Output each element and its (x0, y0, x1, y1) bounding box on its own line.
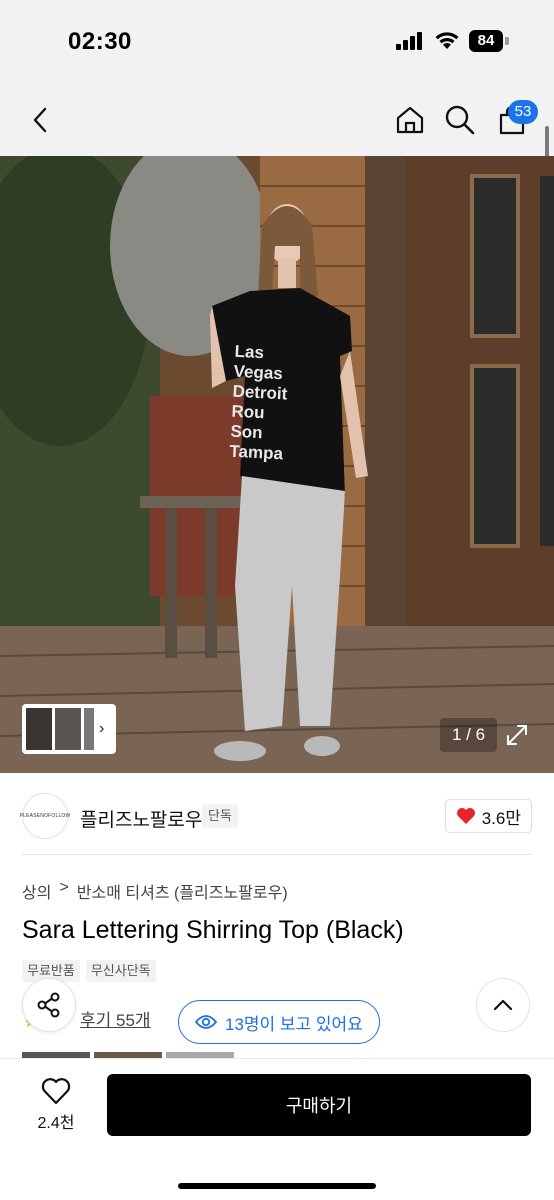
heart-outline-icon (41, 1078, 71, 1105)
heart-icon (456, 808, 475, 824)
product-photo (0, 156, 554, 773)
breadcrumb-category[interactable]: 상의 (22, 879, 51, 903)
chevron-right-icon: › (99, 720, 105, 737)
cart-count-badge: 53 (508, 100, 538, 124)
buy-button[interactable]: 구매하기 (107, 1074, 531, 1136)
product-title: Sara Lettering Shirring Top (Black) (22, 916, 404, 944)
search-icon (445, 105, 475, 135)
shirt-print-text: Las Vegas Detroit Rou Son Tampa (229, 342, 325, 467)
thumbnail[interactable] (26, 708, 52, 750)
breadcrumb-separator: > (59, 879, 69, 896)
chevron-up-icon (493, 999, 513, 1011)
back-button[interactable] (20, 100, 60, 140)
viewer-count-text: 13명이 보고 있어요 (225, 1014, 363, 1034)
eye-icon (195, 1015, 217, 1029)
battery-tip (505, 37, 509, 45)
brand-logo-text: PLEASENOFOLLOW (19, 813, 71, 819)
home-icon (396, 106, 424, 134)
thumbnail[interactable] (55, 708, 81, 750)
breadcrumb: 상의 > 반소매 티셔츠 (플리즈노팔로우) (22, 879, 288, 903)
share-button[interactable] (22, 978, 76, 1032)
nav-bar (0, 84, 554, 156)
wishlist-count: 2.4천 (37, 1115, 75, 1132)
brand-name[interactable]: 플리즈노팔로우 (80, 805, 202, 832)
search-button[interactable] (440, 100, 480, 140)
breadcrumb-subcategory[interactable]: 반소매 티셔츠 (플리즈노팔로우) (77, 879, 288, 903)
review-row: ★ 후기 55개 13명이 보고 있어요 (22, 998, 532, 1048)
home-button[interactable] (390, 100, 430, 140)
review-link[interactable]: 후기 55개 (80, 1006, 151, 1031)
home-indicator (178, 1183, 376, 1189)
cellular-signal-icon (396, 32, 422, 50)
product-image-gallery[interactable]: Las Vegas Detroit Rou Son Tampa (0, 156, 554, 773)
tag-musinsa-exclusive: 무신사단독 (85, 960, 156, 982)
wifi-icon (435, 32, 459, 49)
wishlist-button[interactable]: 2.4천 (26, 1077, 86, 1139)
divider (22, 854, 532, 855)
exclusive-tag: 단독 (202, 804, 238, 828)
status-time: 02:30 (68, 28, 132, 55)
brand-logo[interactable]: PLEASENOFOLLOW (19, 793, 71, 839)
status-bar: 02:30 84 (0, 0, 554, 84)
like-count: 3.6만 (481, 808, 521, 828)
share-icon (37, 992, 60, 1018)
battery-level: 84 (469, 30, 503, 52)
thumbnail[interactable] (84, 708, 94, 750)
expand-icon (507, 725, 527, 745)
image-counter: 1 / 6 (440, 718, 498, 752)
bottom-action-bar: 2.4천 구매하기 (0, 1058, 554, 1200)
viewer-count-pill: 13명이 보고 있어요 (178, 1000, 380, 1044)
chevron-left-icon (33, 107, 47, 133)
battery-indicator: 84 (469, 30, 509, 52)
brand-row: PLEASENOFOLLOW 플리즈노팔로우 단독 3.6만 (19, 793, 532, 839)
scroll-top-button[interactable] (476, 978, 530, 1032)
expand-button[interactable] (500, 718, 534, 752)
thumbnail-strip[interactable]: › (22, 704, 116, 754)
like-button[interactable]: 3.6만 (444, 799, 532, 833)
